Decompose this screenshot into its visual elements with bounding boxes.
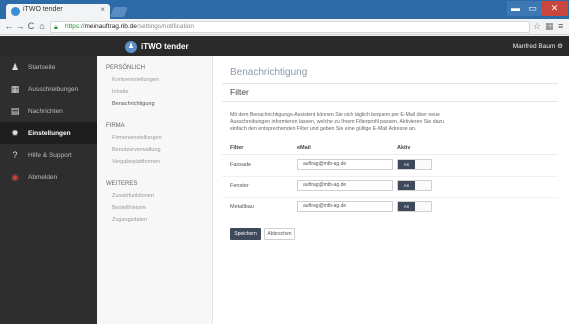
nav-item-hilfe[interactable]: ? Hilfe & Support — [0, 144, 97, 166]
browser-tab[interactable]: iTWO tender × — [6, 4, 110, 19]
cancel-button[interactable]: Abbrechen — [264, 228, 295, 240]
message-icon: ▤ — [10, 106, 20, 116]
forward-icon[interactable]: → — [15, 21, 25, 32]
subnav-item-kontoeinstellungen[interactable]: Kontoeinstellungen — [112, 77, 159, 83]
url-protocol: https:// — [65, 23, 85, 30]
address-bar[interactable]: 🔒︎ https://meinauftrag.rib.de/settings/no… — [50, 21, 530, 33]
nav-item-nachrichten[interactable]: ▤ Nachrichten — [0, 100, 97, 122]
brand[interactable]: ♟ iTWO tender — [125, 40, 189, 53]
divider — [222, 197, 558, 198]
nav-item-label: Abmelden — [28, 173, 58, 181]
description-text: Mit dem Benachrichtigungs-Assistent könn… — [230, 112, 444, 132]
app-header: ♟ iTWO tender Manfred Baum ⚙ — [0, 36, 569, 56]
email-field[interactable]: auftrag@mtb-ag.de — [297, 159, 393, 170]
new-tab-button[interactable] — [110, 7, 128, 17]
section-title: Filter — [230, 87, 249, 97]
subnav-heading-weiteres: WEITERES — [106, 181, 138, 187]
column-header-active: Aktiv — [397, 145, 411, 151]
active-toggle[interactable]: An — [397, 159, 432, 170]
subnav-item-zugangsdaten[interactable]: Zugangsdaten — [112, 217, 147, 223]
divider — [222, 154, 558, 155]
url-path: /settings/notification — [136, 23, 194, 30]
nav-item-label: Startseite — [28, 63, 56, 71]
tab-title: iTWO tender — [23, 6, 63, 13]
window-maximize-button[interactable]: ▭ — [524, 1, 541, 16]
building-icon: ▦ — [10, 84, 20, 94]
filter-name: Fassade — [230, 162, 252, 168]
subnav-item-bestellhistorie[interactable]: Bestellhistorie — [112, 205, 146, 211]
toggle-knob: An — [398, 181, 415, 190]
window-close-button[interactable]: ✕ — [541, 1, 568, 16]
lock-icon: 🔒︎ — [54, 24, 58, 31]
browser-titlebar: iTWO tender × ▬ ▭ ✕ — [0, 0, 569, 19]
brand-logo-icon: ♟ — [125, 40, 137, 53]
nav-item-startseite[interactable]: ♟ Startseite — [0, 56, 97, 78]
column-header-email: eMail — [297, 145, 311, 151]
nav-item-label: Nachrichten — [28, 107, 63, 115]
home-icon[interactable]: ⌂ — [37, 21, 47, 32]
email-field[interactable]: auftrag@mtb-ag.de — [297, 201, 393, 212]
subnav-item-inhalte[interactable]: Inhalte — [112, 89, 129, 95]
settings-subnav: PERSÖNLICH Kontoeinstellungen Inhalte Be… — [97, 56, 213, 324]
subnav-item-vergabeplattformen[interactable]: Vergabeplattformen — [112, 159, 160, 165]
subnav-item-benutzerverwaltung[interactable]: Benutzerverwaltung — [112, 147, 161, 153]
active-toggle[interactable]: An — [397, 180, 432, 191]
extension-icon[interactable]: ▦ — [545, 21, 554, 32]
url-host: meinauftrag.rib.de — [84, 23, 137, 30]
divider — [222, 176, 558, 177]
power-icon: ◉ — [11, 172, 19, 182]
tab-close-icon[interactable]: × — [100, 5, 105, 14]
toggle-knob: An — [398, 202, 415, 211]
nav-item-label: Einstellungen — [28, 129, 71, 137]
column-header-filter: Filter — [230, 145, 244, 151]
active-toggle[interactable]: An — [397, 201, 432, 212]
brand-name: iTWO tender — [141, 42, 189, 51]
filter-name: Fenster — [230, 183, 249, 189]
filter-name: Metallbau — [230, 204, 254, 210]
page-title: Benachrichtigung — [230, 67, 308, 78]
toggle-knob: An — [398, 160, 415, 169]
nav-item-abmelden[interactable]: ◉ Abmelden — [0, 166, 97, 188]
main-content: Benachrichtigung Filter Mit dem Benachri… — [213, 56, 569, 324]
back-icon[interactable]: ← — [4, 21, 14, 32]
subnav-heading-firma: FIRMA — [106, 123, 125, 129]
nav-item-label: Hilfe & Support — [28, 151, 72, 159]
divider — [222, 83, 558, 84]
divider — [222, 101, 558, 102]
browser-toolbar: ← → C ⌂ 🔒︎ https://meinauftrag.rib.de/set… — [0, 19, 569, 35]
nav-item-label: Ausschreibungen — [28, 85, 79, 93]
window-minimize-button[interactable]: ▬ — [507, 1, 524, 16]
favicon-icon — [11, 7, 20, 16]
gear-icon: ✹ — [11, 128, 19, 138]
subnav-item-firmeneinstellungen[interactable]: Firmeneinstellungen — [112, 135, 162, 141]
user-icon: ♟ — [10, 62, 20, 72]
user-menu[interactable]: Manfred Baum ⚙ — [513, 42, 563, 50]
subnav-heading-personal: PERSÖNLICH — [106, 65, 146, 71]
help-icon: ? — [12, 150, 18, 160]
star-icon[interactable]: ☆ — [533, 21, 541, 32]
subnav-item-benachrichtigung[interactable]: Benachrichtigung — [112, 101, 155, 107]
email-field[interactable]: auftrag@mtb-ag.de — [297, 180, 393, 191]
browser-window: iTWO tender × ▬ ▭ ✕ ← → C ⌂ 🔒︎ https://me… — [0, 0, 569, 324]
reload-icon[interactable]: C — [26, 21, 36, 32]
nav-item-einstellungen[interactable]: ✹ Einstellungen — [0, 122, 97, 144]
save-button[interactable]: Speichern — [230, 228, 261, 240]
nav-item-ausschreibungen[interactable]: ▦ Ausschreibungen — [0, 78, 97, 100]
subnav-item-zusatzfunktionen[interactable]: Zusatzfunktionen — [112, 193, 154, 199]
menu-icon[interactable]: ≡ — [558, 21, 563, 31]
